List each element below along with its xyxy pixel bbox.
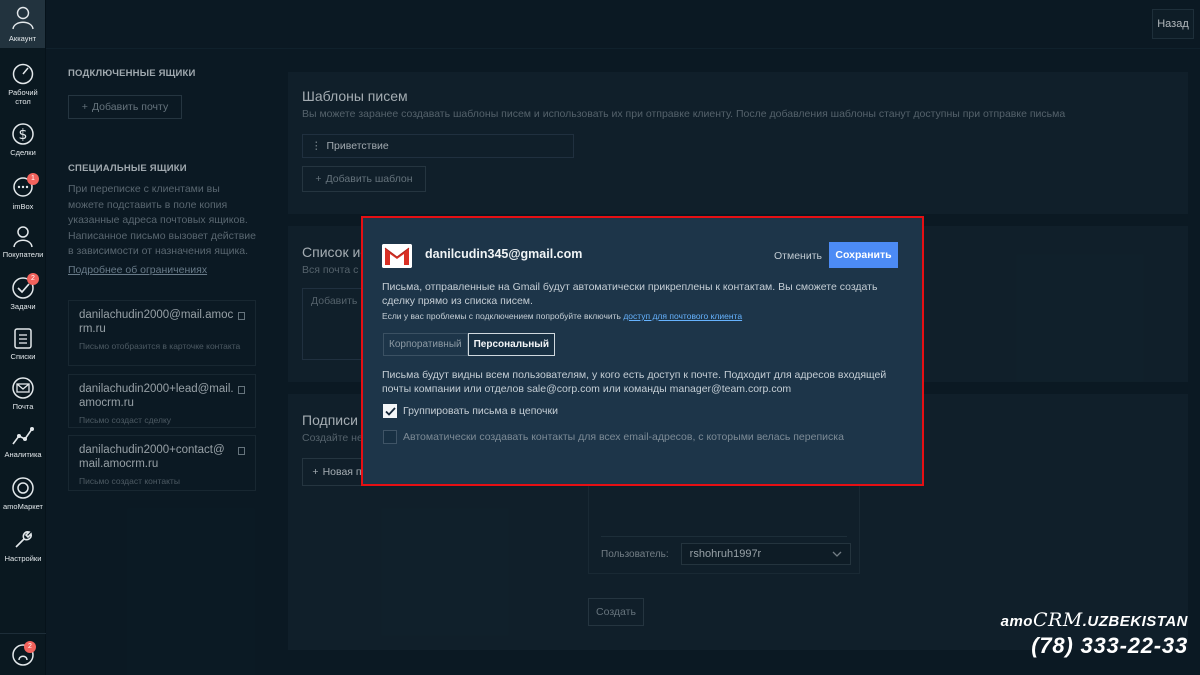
watermark-brand: amoCRM.UZBEKISTAN bbox=[1001, 609, 1188, 631]
tasks-badge: 2 bbox=[27, 273, 39, 285]
autocreate-contacts-label: Автоматически создавать контакты для все… bbox=[403, 431, 844, 443]
tab-corporate[interactable]: Корпоративный bbox=[383, 333, 468, 356]
connection-hint: Если у вас проблемы с подключением попро… bbox=[382, 311, 742, 321]
sidebar-item-label: Почта bbox=[12, 402, 34, 411]
save-button[interactable]: Сохранить bbox=[829, 242, 898, 268]
gmail-settings-modal: danilcudin345@gmail.com Отменить Сохрани… bbox=[361, 216, 924, 486]
gmail-description: Письма, отправленные на Gmail будут авто… bbox=[382, 281, 878, 307]
settings-icon bbox=[15, 531, 32, 548]
sidebar-item-label: amoМаркет bbox=[3, 502, 43, 511]
mail-client-access-link[interactable]: доступ для почтового клиента bbox=[623, 311, 742, 321]
gmail-logo bbox=[382, 244, 412, 268]
sidebar: Аккаунт Рабочий стол $ Сделки 1 imBox По… bbox=[0, 0, 46, 675]
watermark-phone: (78) 333-22-33 bbox=[1031, 633, 1188, 658]
customers-icon bbox=[13, 226, 33, 248]
autocreate-contacts-option[interactable]: Автоматически создавать контакты для все… bbox=[383, 430, 844, 444]
sidebar-item-settings[interactable]: Настройки bbox=[0, 528, 46, 563]
brand-suffix: .UZBEKISTAN bbox=[1082, 613, 1188, 630]
sidebar-item-analytics[interactable]: Аналитика bbox=[0, 424, 46, 459]
notifications-button[interactable]: 2 bbox=[0, 633, 46, 675]
sidebar-item-deals[interactable]: $ Сделки bbox=[0, 122, 46, 157]
imbox-badge: 1 bbox=[27, 173, 39, 185]
sidebar-item-mail[interactable]: Почта bbox=[0, 376, 46, 411]
sidebar-item-imbox[interactable]: 1 imBox bbox=[0, 173, 46, 211]
sidebar-account-label: Аккаунт bbox=[8, 34, 37, 43]
sidebar-item-market[interactable]: amoМаркет bbox=[0, 476, 46, 511]
personal-description: Письма будут видны всем пользователям, у… bbox=[382, 369, 887, 395]
sidebar-item-label: Покупатели bbox=[2, 250, 44, 259]
autocreate-contacts-checkbox[interactable] bbox=[383, 430, 397, 444]
check-icon bbox=[384, 406, 396, 416]
mailbox-type-switch: Корпоративный Персональный bbox=[383, 333, 555, 356]
sidebar-item-label: Настройки bbox=[4, 554, 42, 563]
group-threads-label: Группировать письма в цепочки bbox=[403, 405, 558, 417]
sidebar-item-label: Списки bbox=[10, 352, 36, 361]
brand-crm: CRM bbox=[1032, 609, 1083, 631]
hint-text: Если у вас проблемы с подключением попро… bbox=[382, 311, 621, 321]
analytics-icon bbox=[12, 427, 34, 445]
lists-icon bbox=[14, 328, 32, 349]
group-threads-checkbox[interactable] bbox=[383, 404, 397, 418]
sidebar-item-label: Задачи bbox=[10, 302, 36, 311]
sidebar-item-label: imBox bbox=[12, 202, 34, 211]
dashboard-icon bbox=[12, 63, 34, 85]
cancel-button[interactable]: Отменить bbox=[774, 250, 822, 262]
market-icon bbox=[12, 477, 34, 499]
sidebar-item-label: Сделки bbox=[10, 148, 36, 157]
watermark: amoCRM.UZBEKISTAN (78) 333-22-33 bbox=[1001, 609, 1188, 659]
dollar-icon: $ bbox=[12, 123, 34, 145]
sidebar-item-lists[interactable]: Списки bbox=[0, 326, 46, 361]
tab-personal[interactable]: Персональный bbox=[467, 333, 555, 356]
sidebar-item-label: Рабочий стол bbox=[8, 88, 38, 106]
modal-email: danilcudin345@gmail.com bbox=[425, 247, 583, 261]
sidebar-item-dashboard[interactable]: Рабочий стол bbox=[0, 62, 46, 106]
brand-prefix: amo bbox=[1000, 613, 1033, 630]
notifications-badge: 2 bbox=[24, 641, 36, 653]
avatar-icon bbox=[11, 6, 34, 30]
sidebar-account[interactable]: Аккаунт bbox=[0, 0, 45, 48]
gmail-icon bbox=[382, 244, 412, 268]
svg-text:$: $ bbox=[19, 127, 28, 143]
sidebar-item-label: Аналитика bbox=[4, 450, 42, 459]
group-threads-option[interactable]: Группировать письма в цепочки bbox=[383, 404, 558, 418]
sidebar-item-customers[interactable]: Покупатели bbox=[0, 224, 46, 259]
mail-icon bbox=[12, 377, 34, 399]
sidebar-item-tasks[interactable]: 2 Задачи bbox=[0, 273, 46, 311]
